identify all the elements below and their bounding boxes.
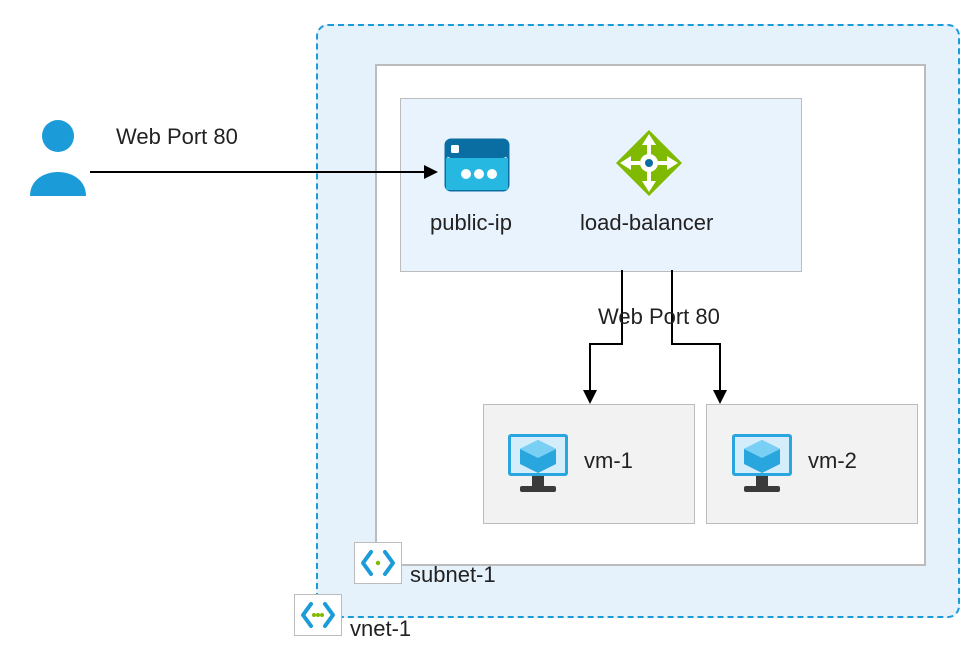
- arrows-lb-to-vms: [560, 270, 730, 412]
- label-vm2: vm-2: [808, 448, 857, 474]
- vnet-badge: [294, 594, 342, 636]
- public-ip-icon: [444, 136, 510, 200]
- user-icon: [26, 118, 90, 202]
- label-user-arrow: Web Port 80: [116, 124, 238, 150]
- label-public-ip: public-ip: [430, 210, 512, 236]
- load-balancer-icon: [612, 126, 686, 206]
- diagram-canvas: Web Port 80 public-ip load-bal: [0, 0, 969, 669]
- vm2-icon: [726, 428, 798, 500]
- vm1-icon: [502, 428, 574, 500]
- vnet-brackets-icon: [300, 601, 336, 629]
- arrow-user-to-publicip: [90, 162, 438, 188]
- label-vnet: vnet-1: [350, 616, 411, 642]
- label-vm1: vm-1: [584, 448, 633, 474]
- label-load-balancer: load-balancer: [580, 210, 713, 236]
- vnet-brackets-icon: [360, 549, 396, 577]
- subnet-badge: [354, 542, 402, 584]
- label-lb-arrow: Web Port 80: [598, 304, 720, 330]
- label-subnet: subnet-1: [410, 562, 496, 588]
